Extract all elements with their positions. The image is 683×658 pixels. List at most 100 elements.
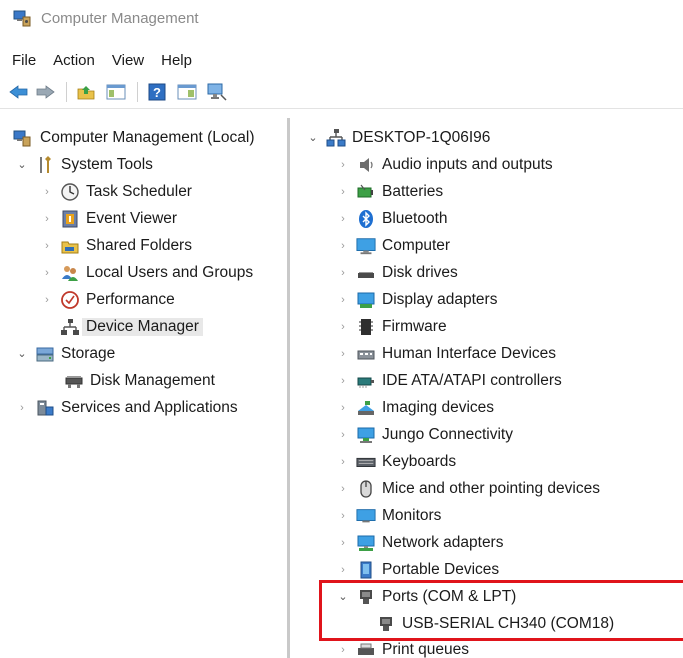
tree-item-task-scheduler[interactable]: › Task Scheduler xyxy=(40,178,192,205)
device-category[interactable]: › Mice and other pointing devices xyxy=(336,475,600,502)
tree-item-services[interactable]: › Services and Applications xyxy=(15,394,237,421)
chevron-right-icon[interactable]: › xyxy=(40,266,54,280)
port-icon xyxy=(376,614,396,634)
chevron-right-icon[interactable]: › xyxy=(336,643,350,657)
tree-item-performance[interactable]: › Performance xyxy=(40,286,175,313)
device-category-label: Monitors xyxy=(382,506,442,524)
tree-item-root[interactable]: Computer Management (Local) xyxy=(12,124,255,151)
chevron-right-icon[interactable]: › xyxy=(336,320,350,334)
tree-label: Task Scheduler xyxy=(86,182,192,200)
hid-icon xyxy=(356,344,376,364)
device-usb-serial[interactable]: USB-SERIAL CH340 (COM18) xyxy=(370,610,614,637)
device-category-label: Keyboards xyxy=(382,452,457,470)
device-category[interactable]: › Portable Devices xyxy=(336,556,499,583)
chevron-right-icon[interactable]: › xyxy=(40,239,54,253)
device-category[interactable]: › Network adapters xyxy=(336,529,503,556)
device-label: USB-SERIAL CH340 (COM18) xyxy=(402,614,615,632)
title-bar: Computer Management xyxy=(0,0,683,36)
chevron-right-icon[interactable]: › xyxy=(336,212,350,226)
device-category[interactable]: › Keyboards xyxy=(336,448,456,475)
chevron-right-icon[interactable]: › xyxy=(336,482,350,496)
chevron-right-icon[interactable]: › xyxy=(336,401,350,415)
chevron-right-icon[interactable]: › xyxy=(336,455,350,469)
device-category[interactable]: › Disk drives xyxy=(336,259,458,286)
properties-button[interactable] xyxy=(176,81,198,103)
device-category[interactable]: › Batteries xyxy=(336,178,443,205)
device-category[interactable]: › Print queues xyxy=(336,636,469,658)
device-category-label: Computer xyxy=(382,236,451,254)
tree-label: Disk Management xyxy=(90,371,215,389)
chevron-right-icon[interactable]: › xyxy=(336,239,350,253)
tree-item-event-viewer[interactable]: › Event Viewer xyxy=(40,205,177,232)
show-hide-tree-button[interactable] xyxy=(105,81,127,103)
device-tree-root[interactable]: ⌄ DESKTOP-1Q06I96 xyxy=(306,124,490,151)
pane-splitter[interactable] xyxy=(287,118,290,658)
tree-item-device-manager[interactable]: Device Manager xyxy=(54,313,203,340)
chevron-right-icon[interactable]: › xyxy=(336,347,350,361)
computer-name: DESKTOP-1Q06I96 xyxy=(352,128,491,146)
chevron-right-icon[interactable]: › xyxy=(336,428,350,442)
device-category[interactable]: › IDE ATA/ATAPI controllers xyxy=(336,367,562,394)
device-category[interactable]: › Human Interface Devices xyxy=(336,340,556,367)
chevron-down-icon[interactable]: ⌄ xyxy=(15,158,29,172)
chevron-down-icon[interactable]: ⌄ xyxy=(336,590,350,604)
chevron-right-icon[interactable]: › xyxy=(336,266,350,280)
clock-icon xyxy=(60,182,80,202)
chevron-right-icon[interactable]: › xyxy=(336,563,350,577)
speaker-icon xyxy=(356,155,376,175)
tree-item-system-tools[interactable]: ⌄ System Tools xyxy=(15,151,153,178)
forward-button[interactable] xyxy=(34,81,56,103)
tree-item-shared-folders[interactable]: › Shared Folders xyxy=(40,232,192,259)
chevron-right-icon[interactable]: › xyxy=(336,536,350,550)
svg-text:?: ? xyxy=(153,85,161,100)
device-category[interactable]: › Firmware xyxy=(336,313,447,340)
chevron-right-icon[interactable]: › xyxy=(40,185,54,199)
back-arrow-icon xyxy=(9,85,28,99)
menu-file[interactable]: File xyxy=(12,52,36,69)
device-category[interactable]: › Display adapters xyxy=(336,286,497,313)
services-icon xyxy=(35,398,55,418)
chevron-right-icon[interactable]: › xyxy=(336,293,350,307)
chevron-right-icon[interactable]: › xyxy=(40,212,54,226)
back-button[interactable] xyxy=(8,81,30,103)
device-category[interactable]: › Imaging devices xyxy=(336,394,494,421)
menu-view[interactable]: View xyxy=(112,52,144,69)
chevron-right-icon[interactable]: › xyxy=(336,509,350,523)
tree-item-local-users[interactable]: › Local Users and Groups xyxy=(40,259,253,286)
chevron-right-icon[interactable]: › xyxy=(40,293,54,307)
chevron-down-icon[interactable]: ⌄ xyxy=(306,131,320,145)
menu-help[interactable]: Help xyxy=(161,52,192,69)
help-button[interactable]: ? xyxy=(146,81,168,103)
tree-item-storage[interactable]: ⌄ Storage xyxy=(15,340,115,367)
connect-button[interactable] xyxy=(206,81,228,103)
device-category[interactable]: › Monitors xyxy=(336,502,441,529)
device-category[interactable]: › Computer xyxy=(336,232,450,259)
menu-action[interactable]: Action xyxy=(53,52,95,69)
device-category[interactable]: › Audio inputs and outputs xyxy=(336,151,553,178)
console-tree-icon xyxy=(106,84,126,100)
chevron-right-icon[interactable]: › xyxy=(15,401,29,415)
chevron-right-icon[interactable]: › xyxy=(336,185,350,199)
device-category-label: IDE ATA/ATAPI controllers xyxy=(382,371,562,389)
up-folder-button[interactable] xyxy=(75,81,97,103)
monitor-network-icon xyxy=(207,83,227,101)
chevron-right-icon[interactable]: › xyxy=(336,158,350,172)
device-category[interactable]: › Bluetooth xyxy=(336,205,448,232)
port-icon xyxy=(356,587,376,607)
chevron-down-icon[interactable]: ⌄ xyxy=(15,347,29,361)
device-category-ports[interactable]: ⌄ Ports (COM & LPT) xyxy=(336,583,516,610)
device-category-label: Audio inputs and outputs xyxy=(382,155,553,173)
computer-network-icon xyxy=(326,128,346,148)
firmware-icon xyxy=(356,317,376,337)
chevron-right-icon[interactable]: › xyxy=(336,374,350,388)
device-category-label: Mice and other pointing devices xyxy=(382,479,600,497)
tree-label: Performance xyxy=(86,290,175,308)
ide-controller-icon xyxy=(356,371,376,391)
tree-item-disk-management[interactable]: Disk Management xyxy=(54,367,215,394)
device-manager-icon xyxy=(60,317,80,337)
device-category[interactable]: › Jungo Connectivity xyxy=(336,421,513,448)
storage-icon xyxy=(35,344,55,364)
tree-label: Shared Folders xyxy=(86,236,192,254)
bluetooth-icon xyxy=(356,209,376,229)
monitor-icon xyxy=(356,506,376,526)
